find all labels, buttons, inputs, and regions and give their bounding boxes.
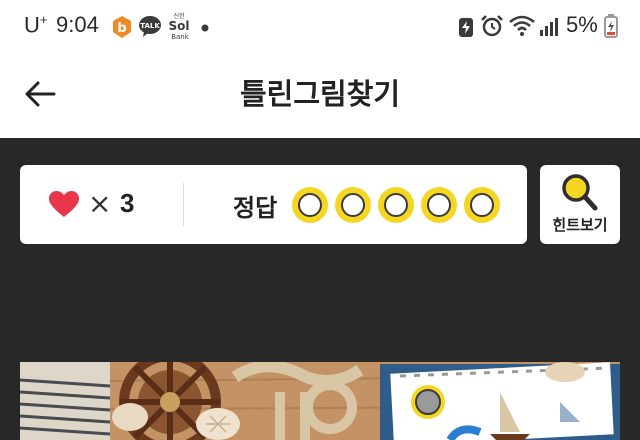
magnifier-icon <box>562 174 598 211</box>
answer-slot <box>292 187 328 223</box>
sol-bank-icon: 신한 Sol Bank <box>169 12 190 40</box>
alarm-icon <box>481 15 503 37</box>
battery-low-icon <box>604 14 618 38</box>
answer-slots <box>292 187 500 223</box>
carrier-label: U+ <box>24 12 48 38</box>
hint-label: 힌트보기 <box>552 216 608 234</box>
answer-slot <box>421 187 457 223</box>
lives-count: 3 <box>120 188 135 218</box>
heart-icon <box>49 191 79 217</box>
svg-text:TALK: TALK <box>140 22 160 30</box>
cell-signal-icon <box>540 18 558 36</box>
page-title: 틀린그림찾기 <box>239 77 401 111</box>
bit-app-icon: b <box>113 16 131 38</box>
wifi-icon <box>509 15 535 36</box>
lives-multiplier: × <box>88 187 112 220</box>
answer-slot <box>378 187 414 223</box>
kakaotalk-icon: TALK <box>139 16 161 37</box>
puzzle-picture <box>20 362 620 440</box>
clock-time: 9:04 <box>56 12 99 37</box>
answer-slot <box>335 187 371 223</box>
puzzle-image[interactable] <box>20 362 620 440</box>
status-bar: U+ 9:04 b TALK 신한 Sol Bank 5% <box>0 0 640 56</box>
answer-slot <box>464 187 500 223</box>
panel-divider <box>183 183 184 226</box>
app-header: 틀린그림찾기 <box>0 56 640 138</box>
battery-saver-icon <box>459 18 473 37</box>
svg-text:b: b <box>117 21 126 36</box>
score-panel: × 3 정답 <box>20 165 527 244</box>
hint-button[interactable]: 힌트보기 <box>540 165 620 244</box>
more-notifications-dot-icon <box>201 24 209 32</box>
svg-text:Bank: Bank <box>171 33 190 40</box>
answer-label: 정답 <box>233 194 278 222</box>
battery-percentage: 5% <box>566 12 598 37</box>
svg-text:Sol: Sol <box>169 19 190 33</box>
